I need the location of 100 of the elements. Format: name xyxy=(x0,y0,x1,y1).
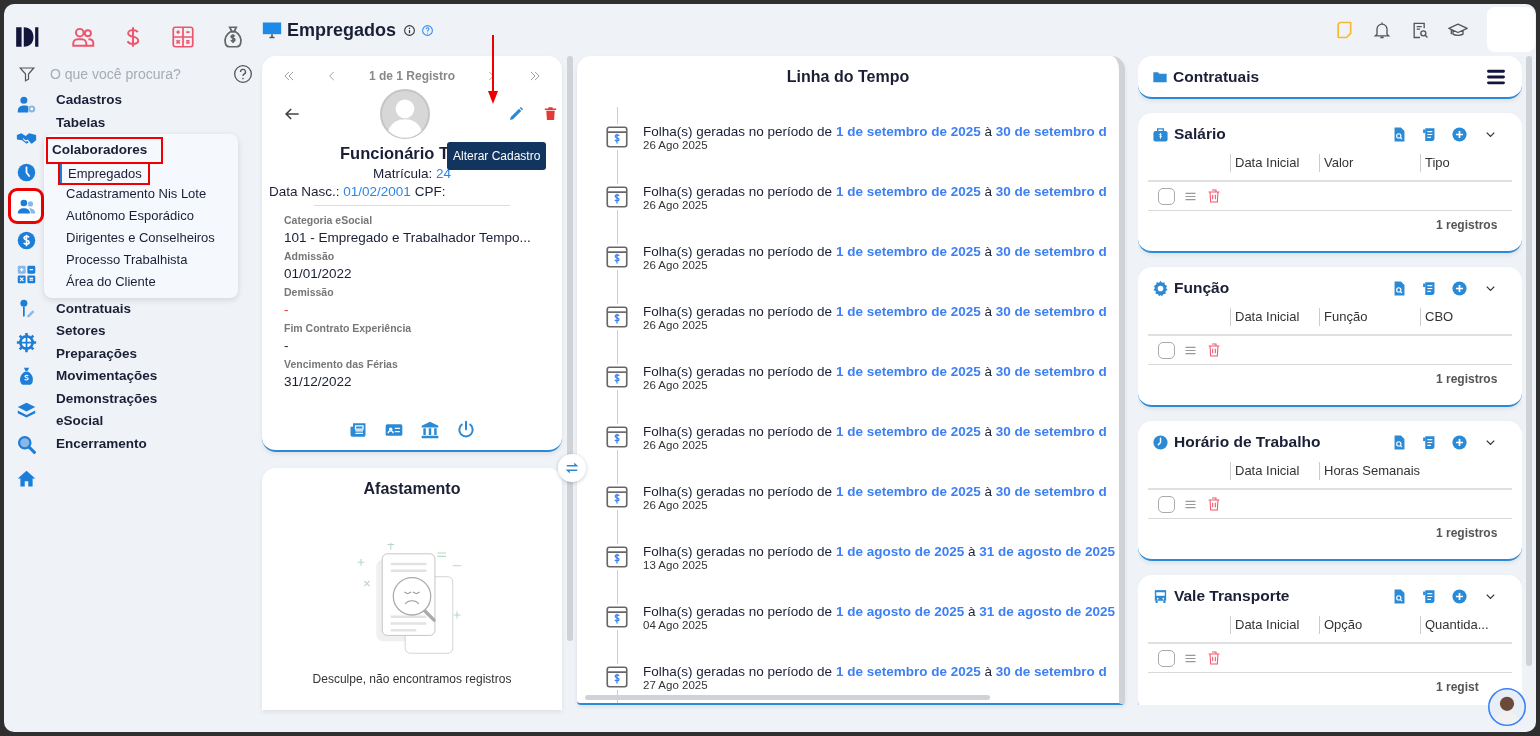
timeline-date: 26 Ago 2025 xyxy=(643,378,708,391)
record-count: 1 regist xyxy=(1436,680,1479,694)
row-checkbox[interactable] xyxy=(1158,341,1175,359)
menu-item[interactable]: Movimentações xyxy=(52,365,162,388)
menu-item[interactable]: Colaboradores xyxy=(48,139,162,162)
timeline-entry: Folha(s) geradas no período de 1 de agosto de 2025 à 31 de agosto de 2025 xyxy=(643,543,1115,559)
menu-item[interactable]: Preparações xyxy=(52,342,142,365)
briefcase-icon xyxy=(1152,125,1169,143)
timeline-entry: Folha(s) geradas no período de 1 de setembro de 2025 à 30 de setembro d xyxy=(643,423,1107,439)
row-checkbox[interactable] xyxy=(1158,495,1175,513)
column-header: CBO xyxy=(1420,308,1512,326)
column-header: Quantida... xyxy=(1420,616,1512,634)
column-header: Valor xyxy=(1319,154,1420,172)
birth-date-label: Data Nasc.: xyxy=(269,184,340,199)
swap-icon[interactable] xyxy=(558,454,586,482)
submenu-item[interactable]: Autônomo Esporádico xyxy=(60,204,200,227)
delete-icon[interactable] xyxy=(1206,188,1222,204)
delete-icon[interactable] xyxy=(542,105,559,122)
newspaper-icon[interactable] xyxy=(348,420,368,440)
timeline-entry: Folha(s) geradas no período de 1 de setembro de 2025 à 30 de setembro d xyxy=(643,303,1107,319)
timeline-entry: Folha(s) geradas no período de 1 de setembro de 2025 à 30 de setembro d xyxy=(643,483,1107,499)
calculator-icon[interactable] xyxy=(170,24,196,50)
timeline-entry: Folha(s) geradas no período de 1 de setembro de 2025 à 30 de setembro d xyxy=(643,663,1107,679)
menu-item[interactable]: Cadastros xyxy=(52,89,127,112)
search-icon xyxy=(15,433,37,455)
delete-icon[interactable] xyxy=(1206,650,1222,666)
gear-icon xyxy=(15,331,37,353)
delete-icon[interactable] xyxy=(1206,496,1222,512)
assistant-avatar[interactable] xyxy=(1488,688,1526,726)
card-title: Função xyxy=(1174,279,1230,297)
add-icon[interactable] xyxy=(1451,433,1468,451)
first-page-icon[interactable] xyxy=(282,69,296,83)
payroll-document-icon xyxy=(604,484,630,510)
timeline-date: 27 Ago 2025 xyxy=(643,678,708,691)
row-checkbox[interactable] xyxy=(1158,187,1175,205)
submenu-item[interactable]: Cadastramento Nis Lote xyxy=(60,182,213,205)
power-icon[interactable] xyxy=(456,420,476,440)
field-value: 31/12/2022 xyxy=(284,374,353,390)
page-title: Empregados xyxy=(287,19,397,41)
field-value: 01/01/2022 xyxy=(284,266,353,282)
clock-icon xyxy=(15,161,37,183)
field-label: Vencimento das Férias xyxy=(284,358,399,370)
logo-icon xyxy=(14,24,40,50)
record-count: 1 registros xyxy=(1436,372,1498,386)
monitor-icon xyxy=(262,20,282,40)
birth-date-value: 01/02/2001 xyxy=(343,184,411,199)
dollar-coin-icon xyxy=(15,229,37,251)
column-header: Data Inicial xyxy=(1230,308,1319,326)
menu-item[interactable]: Setores xyxy=(52,320,110,343)
card-title: Salário xyxy=(1174,125,1226,143)
payroll-document-icon xyxy=(604,364,630,390)
bank-icon[interactable] xyxy=(420,420,440,440)
cpf-label: CPF: xyxy=(414,184,446,199)
delete-icon[interactable] xyxy=(1206,342,1222,358)
people-nav-button[interactable] xyxy=(11,191,41,221)
column-header: Função xyxy=(1319,308,1420,326)
submenu-item[interactable]: Empregados xyxy=(60,163,148,183)
timeline-date: 26 Ago 2025 xyxy=(643,438,708,451)
payroll-document-icon xyxy=(604,244,630,270)
timeline-entry: Folha(s) geradas no período de 1 de setembro de 2025 à 30 de setembro d xyxy=(643,183,1107,199)
row-checkbox[interactable] xyxy=(1158,649,1175,667)
bell-icon[interactable] xyxy=(1372,20,1392,40)
submenu-item[interactable]: Área do Cliente xyxy=(60,270,162,293)
payroll-document-icon xyxy=(604,124,630,150)
card-title: Horário de Trabalho xyxy=(1174,433,1321,451)
timeline-date: 26 Ago 2025 xyxy=(643,198,708,211)
add-icon[interactable] xyxy=(1451,279,1468,297)
edit-icon[interactable] xyxy=(507,104,525,123)
filter-icon[interactable] xyxy=(18,65,36,83)
menu-item[interactable]: Demonstrações xyxy=(52,387,162,410)
menu-item[interactable]: Tabelas xyxy=(52,111,110,134)
payroll-document-icon xyxy=(604,184,630,210)
field-label: Admissão xyxy=(284,250,336,262)
column-header: Horas Semanais xyxy=(1319,462,1512,480)
help-icon[interactable] xyxy=(233,64,253,84)
card-title: Vale Transporte xyxy=(1174,587,1290,605)
timeline-date: 26 Ago 2025 xyxy=(643,258,708,271)
timeline-entry: Folha(s) geradas no período de 1 de setembro de 2025 à 30 de setembro d xyxy=(643,123,1107,139)
clock-icon xyxy=(1152,433,1169,451)
record-count: 1 registros xyxy=(1436,526,1498,540)
field-label: Fim Contrato Experiência xyxy=(284,322,413,334)
field-label: Demissão xyxy=(284,286,335,298)
card-title: Afastamento xyxy=(363,480,461,498)
submenu-item[interactable]: Dirigentes e Conselheiros xyxy=(60,226,221,249)
add-icon[interactable] xyxy=(1451,587,1468,605)
field-value: - xyxy=(284,338,290,354)
info-icon[interactable] xyxy=(403,23,417,37)
timeline-date: 13 Ago 2025 xyxy=(643,558,708,571)
timeline-entry: Folha(s) geradas no período de 1 de setembro de 2025 à 30 de setembro d xyxy=(643,243,1107,259)
column-header: Data Inicial xyxy=(1230,616,1319,634)
payroll-document-icon xyxy=(604,304,630,330)
search-field[interactable]: O que você procura? xyxy=(48,65,233,83)
timeline-date: 26 Ago 2025 xyxy=(643,138,708,151)
menu-item[interactable]: Contratuais xyxy=(52,297,135,320)
menu-item[interactable]: Encerramento xyxy=(52,432,151,455)
card-title: Linha do Tempo xyxy=(785,68,911,86)
submenu-item[interactable]: Processo Trabalhista xyxy=(60,248,194,271)
field-label: Categoria eSocial xyxy=(284,214,374,226)
menu-item[interactable]: eSocial xyxy=(52,410,108,433)
add-icon[interactable] xyxy=(1451,125,1468,143)
